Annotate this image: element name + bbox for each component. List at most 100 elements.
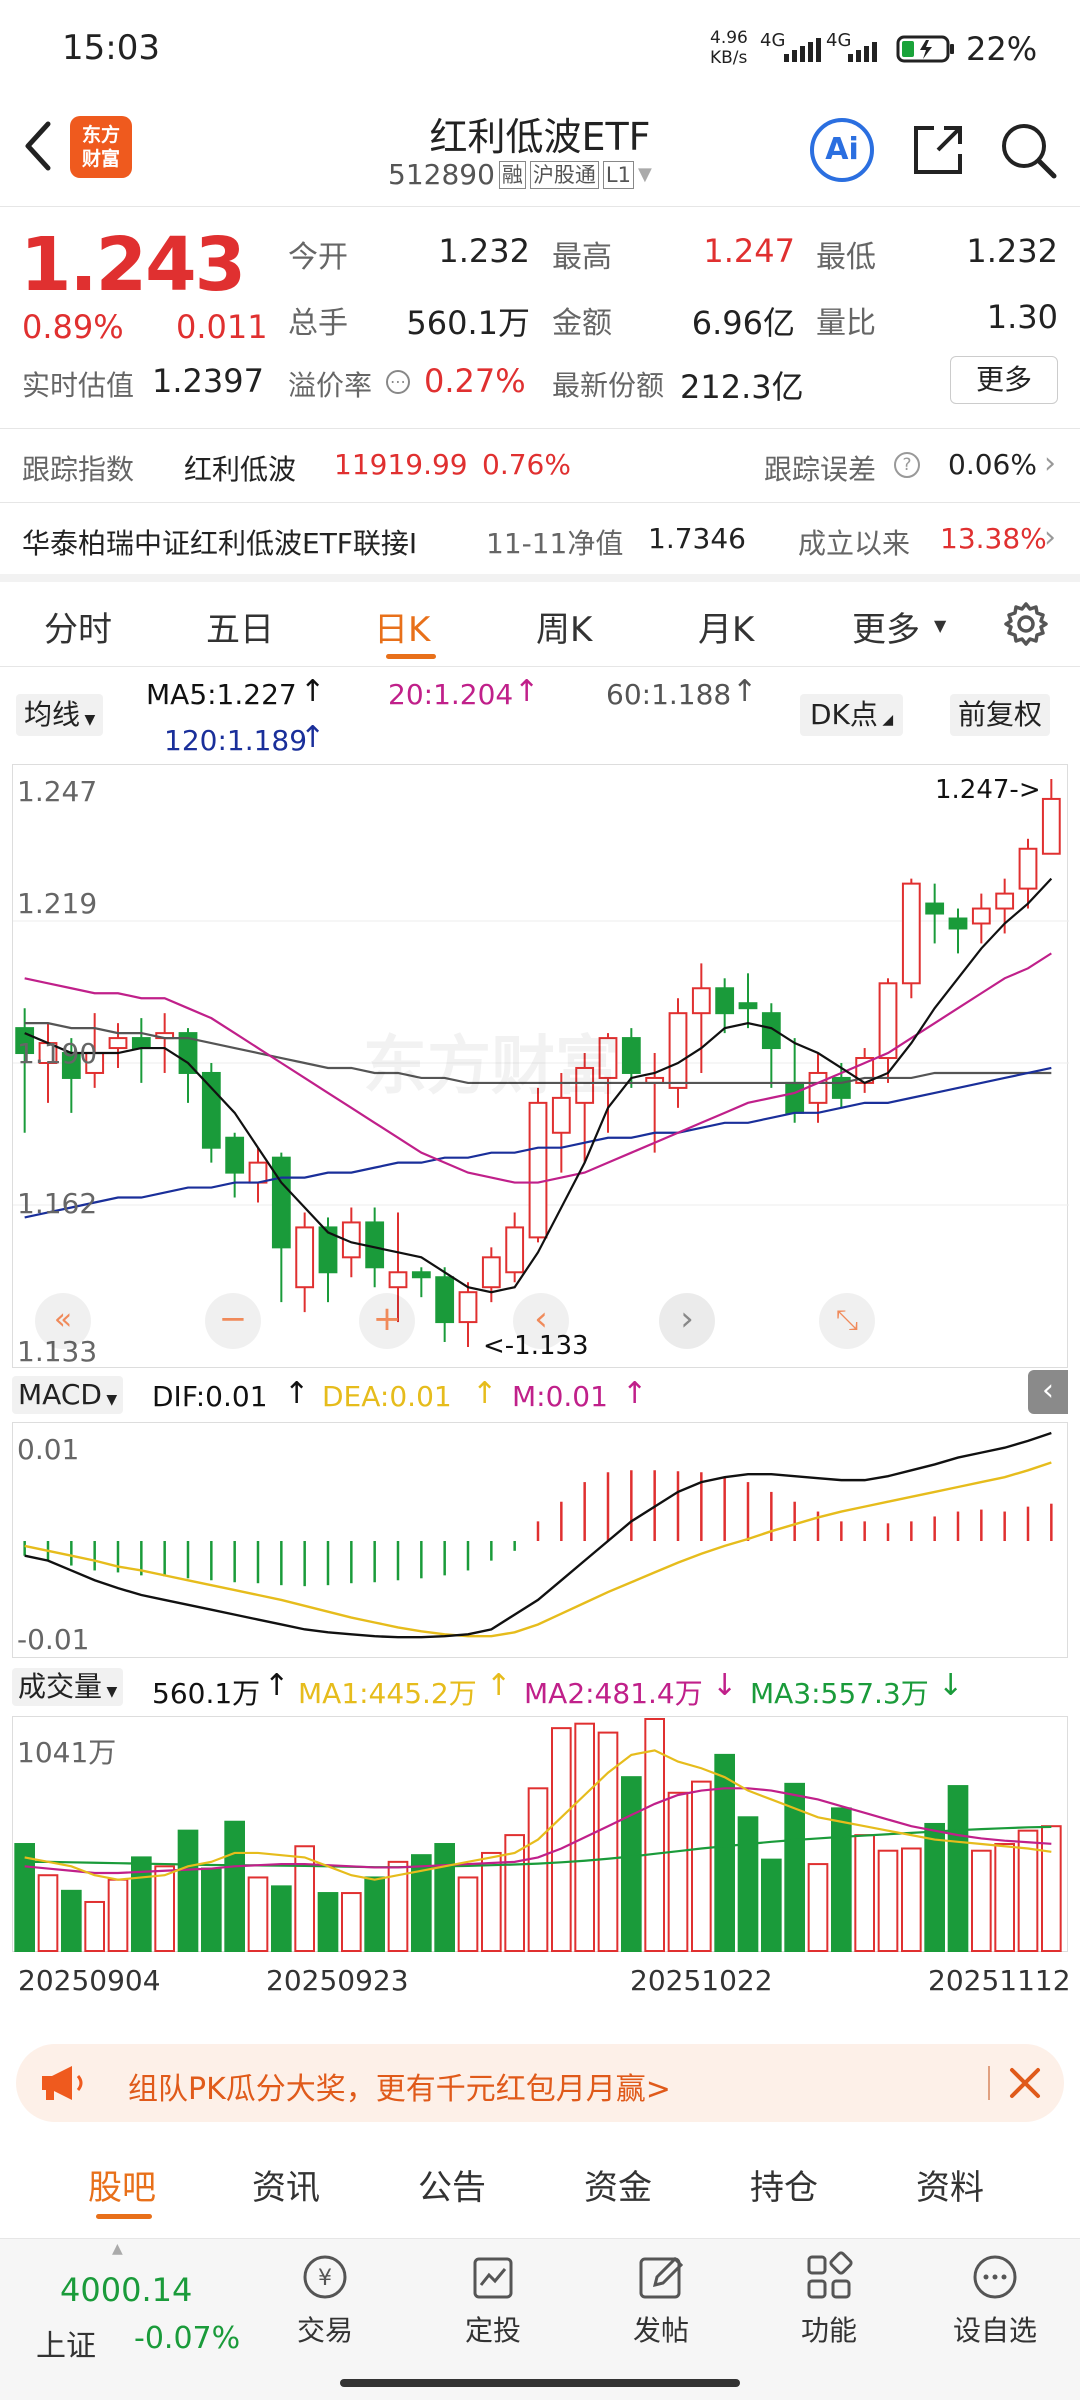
candle [1041,797,1061,855]
volume-bar [947,1785,969,1952]
tab-forum[interactable]: 股吧 [88,2160,156,2209]
functions-button[interactable]: 功能 [784,2249,874,2349]
premium-value: 0.27% [424,362,526,400]
m-label: M:0.01 [512,1380,608,1413]
macd-chart: 0.01 -0.01 [12,1422,1068,1658]
open-label: 今开 [288,240,348,275]
volume-bar [1041,1825,1062,1952]
tab-holdings[interactable]: 持仓 [750,2160,818,2209]
stock-code-row[interactable]: 512890 融 沪股通 L1 ▼ [388,158,652,191]
home-indicator [340,2379,740,2387]
close-icon[interactable] [1006,2064,1044,2102]
date-label: 20251022 [630,1964,773,1997]
search-icon[interactable] [998,120,1058,180]
status-time: 15:03 [62,28,160,68]
macd-legend: MACD ▼ DIF:0.01 ↑ DEA:0.01 ↑ M:0.01 ↑ ‹ [0,1370,1080,1420]
volume-bar [481,1851,502,1952]
tab-monthly-k[interactable]: 月K [698,602,754,651]
ma20-arrow-icon: ↑ [514,674,540,709]
ratio-label: 量比 [816,306,876,341]
dk-point-button[interactable]: DK点 ◢ [800,694,904,736]
ai-button[interactable]: Ai [810,118,874,182]
candle [365,1221,385,1269]
settings-gear-icon[interactable] [1002,600,1050,648]
tab-fund-flow[interactable]: 资金 [584,2160,652,2209]
caret-down-icon: ▼ [934,616,947,635]
volume-bar [154,1865,175,1952]
ma120-label: 120:1.189 [164,724,308,757]
tracking-row[interactable]: 跟踪指数 红利低波 11919.99 0.76% 跟踪误差 ? 0.06% › [0,430,1080,500]
tab-daily-k[interactable]: 日K [374,602,430,651]
vol-ma1-label: MA1:445.2万 [298,1677,477,1710]
macd-selector[interactable]: MACD ▼ [12,1376,124,1414]
next-button[interactable]: › [659,1293,715,1349]
scroll-left-button[interactable]: « [35,1293,91,1349]
vol-ma2-arrow-icon: ↓ [712,1668,738,1703]
trade-button[interactable]: ¥ 交易 [280,2249,370,2349]
info-icon[interactable]: ⋯ [386,370,410,394]
invest-plan-button[interactable]: 定投 [448,2249,538,2349]
signal-icon-2 [848,38,884,62]
volume-bar [271,1885,292,1953]
candle [621,1037,641,1074]
battery-level: 22% [966,30,1038,68]
tag-margin: 融 [498,160,526,189]
chart-watermark: 东方财富 [363,1030,619,1104]
post-label: 发帖 [632,2314,689,2347]
post-button[interactable]: 发帖 [616,2249,706,2349]
premium-label: 溢价率 [288,369,373,402]
more-button[interactable]: 更多 [950,356,1058,404]
vol-ma1-arrow-icon: ↑ [486,1668,512,1703]
functions-label: 功能 [800,2314,857,2347]
iopv-label: 实时估值 [22,369,135,402]
index-value[interactable]: 4000.14 [60,2271,192,2309]
volume-bar [971,1849,992,1953]
tab-five-day[interactable]: 五日 [206,602,274,651]
track-error-value: 0.06% [948,448,1037,481]
ma20-label: 20:1.204 [388,678,514,711]
expand-icon[interactable]: ⤡ [819,1293,875,1349]
share-icon[interactable] [908,120,968,180]
tab-intraday[interactable]: 分时 [44,602,112,651]
ma120-arrow-icon: ↑ [300,720,326,755]
volume-selector-label: 成交量 [18,1670,103,1703]
price-pct: 0.89% [22,308,124,346]
zoom-out-button[interactable]: − [205,1293,261,1349]
caret-down-icon: ▼ [102,1684,118,1700]
m-arrow-icon: ↑ [622,1376,648,1411]
volume-bar [294,1845,316,1952]
kline-chart[interactable]: 东方财富 1.247 1.219 1.190 1.162 1.133 1.247… [12,764,1069,1368]
zoom-in-button[interactable]: + [359,1293,415,1349]
volume-bar [901,1847,922,1952]
amount-label: 金额 [552,306,612,341]
tab-news[interactable]: 资讯 [252,2160,320,2209]
candle [505,1226,525,1274]
prev-button[interactable]: ‹ [513,1293,569,1349]
date-axis: 20250904 20250923 20251022 20251112 [0,1956,1080,2004]
volume-selector[interactable]: 成交量 ▼ [12,1668,124,1706]
promo-banner[interactable]: 组队PK瓜分大奖，更有千元红包月月赢> [16,2044,1064,2122]
vol-ma3-label: MA3:557.3万 [750,1677,929,1710]
ma-selector[interactable]: 均线 ▼ [16,694,104,736]
candle [481,1256,501,1289]
candle [458,1291,478,1324]
tab-weekly-k[interactable]: 周K [536,602,592,651]
tab-more[interactable]: 更多 [852,602,920,651]
candle [225,1136,245,1174]
tab-announcement[interactable]: 公告 [418,2160,486,2209]
help-icon[interactable]: ? [894,452,920,478]
corner-triangle-icon: ◢ [877,712,894,728]
macd-axis-top: 0.01 [17,1433,80,1466]
volume-bar [527,1787,549,1953]
add-watchlist-button[interactable]: 设自选 [940,2249,1050,2349]
trade-label: 交易 [296,2314,353,2347]
tab-profile[interactable]: 资料 [916,2160,984,2209]
candle [808,1071,828,1104]
iopv-value: 1.2397 [152,362,264,400]
tag-connect: 沪股通 [529,160,599,189]
fund-row[interactable]: 华泰柏瑞中证红利低波ETF联接I 11-11净值 1.7346 成立以来 13.… [0,504,1080,574]
adjust-button[interactable]: 前复权 [950,694,1051,736]
collapse-side-button[interactable]: ‹ [1028,1370,1068,1414]
volume-chart: 1041万 [12,1716,1068,1953]
vol-ma2-label: MA2:481.4万 [524,1677,703,1710]
